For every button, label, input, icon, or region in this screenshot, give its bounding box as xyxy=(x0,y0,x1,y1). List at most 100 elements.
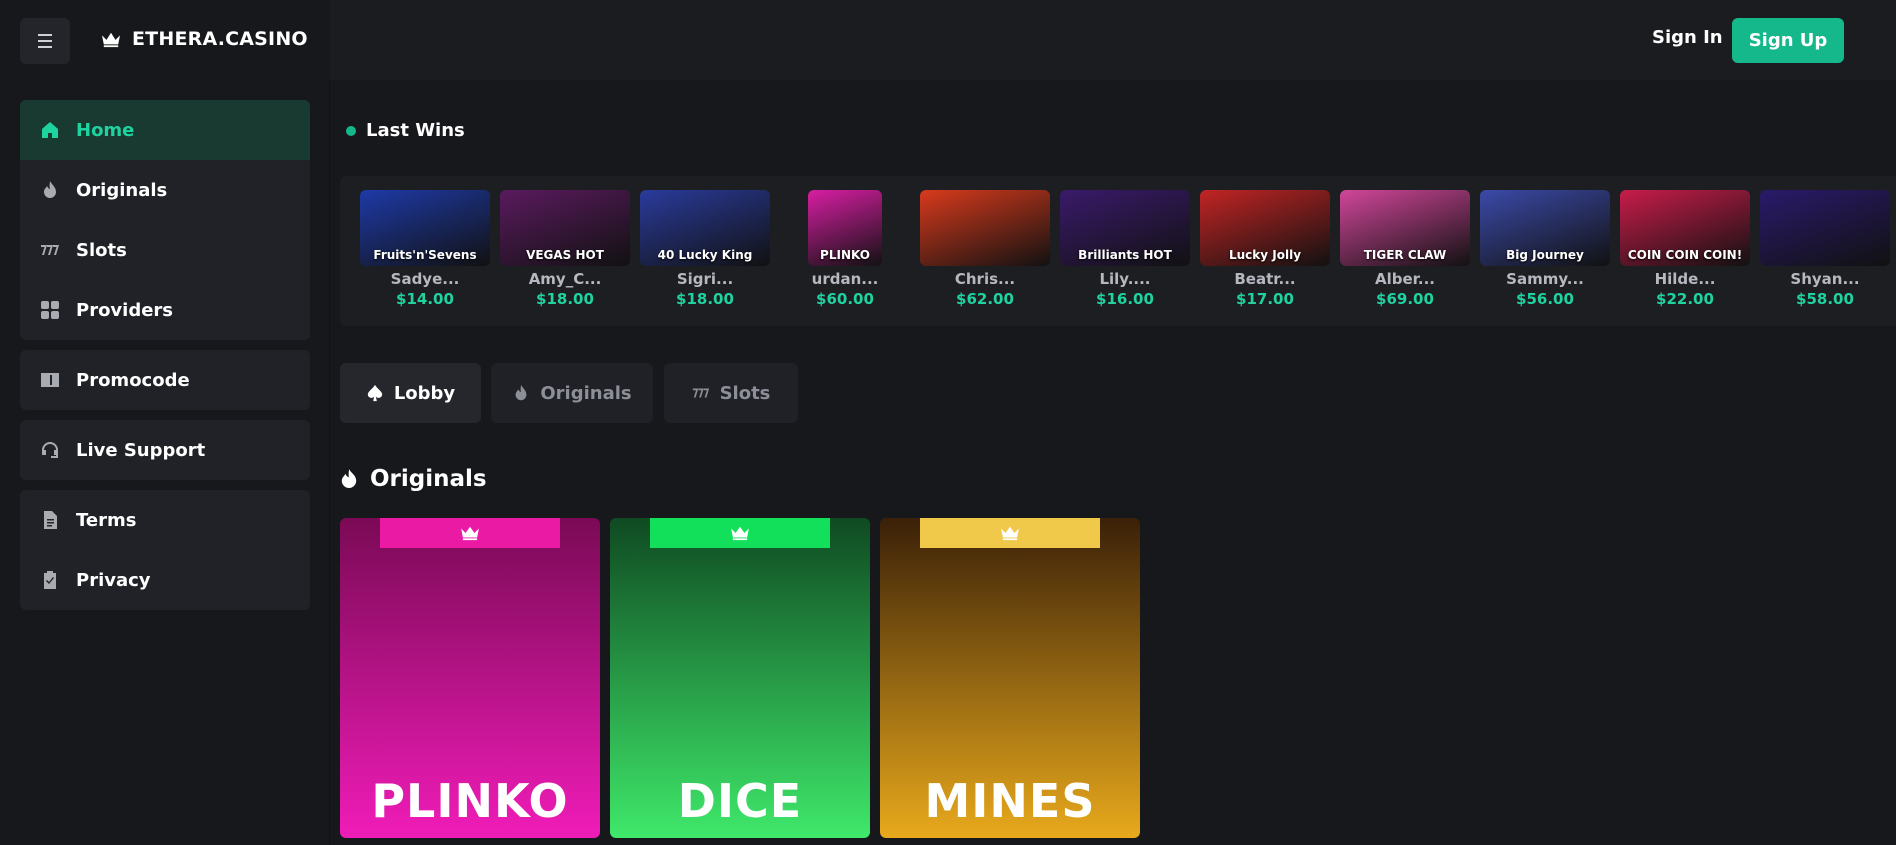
winner-name: urdan... xyxy=(811,270,879,288)
game-thumbnail-title: TIGER CLAW xyxy=(1363,248,1447,262)
crown-icon xyxy=(102,32,120,48)
tab-lobby[interactable]: Lobby xyxy=(340,363,481,423)
last-win-item[interactable]: 40 Lucky King Sigri... $18.00 xyxy=(640,190,770,308)
game-thumbnail-title: Fruits'n'Sevens xyxy=(373,248,477,262)
winner-name: Alber... xyxy=(1374,270,1435,288)
game-thumbnail[interactable]: Brilliants HOT xyxy=(1060,190,1190,266)
sidebar-item-providers[interactable]: Providers xyxy=(20,280,310,340)
game-name: DICE xyxy=(677,774,803,828)
sidebar-item-originals[interactable]: Originals xyxy=(20,160,310,220)
document-icon xyxy=(44,511,57,529)
game-thumbnail[interactable] xyxy=(920,190,1050,266)
last-win-item[interactable]: Chris... $62.00 xyxy=(920,190,1050,308)
last-win-item[interactable]: COIN COIN COIN! Hilde... $22.00 xyxy=(1620,190,1750,308)
tab-label: Lobby xyxy=(393,382,456,404)
sign-up-button[interactable]: Sign Up xyxy=(1732,18,1844,63)
win-amount: $69.00 xyxy=(1376,290,1434,308)
last-wins-strip: Fruits'n'Sevens Sadye... $14.00 VEGAS HOT Am… xyxy=(340,176,1896,326)
game-card-dice[interactable]: DICE xyxy=(610,518,870,838)
game-thumbnail[interactable]: Lucky Jolly xyxy=(1200,190,1330,266)
slot-777-icon xyxy=(692,388,709,398)
last-win-item[interactable]: Brilliants HOT Lily.... $16.00 xyxy=(1060,190,1190,308)
support-nav: Live Support xyxy=(20,420,310,480)
original-badge xyxy=(380,518,560,548)
clipboard-check-icon xyxy=(44,571,56,589)
tab-label: Slots xyxy=(719,382,771,404)
menu-toggle-button[interactable] xyxy=(20,18,70,64)
original-badge xyxy=(650,518,830,548)
hamburger-icon xyxy=(38,32,52,50)
home-icon xyxy=(42,122,58,138)
winner-name: Chris... xyxy=(954,270,1016,288)
winner-name: Sigri... xyxy=(676,270,734,288)
game-thumbnail[interactable]: COIN COIN COIN! xyxy=(1620,190,1750,266)
game-thumbnail-title: 40 Lucky King xyxy=(657,248,753,262)
game-thumbnail-title: Lucky Jolly xyxy=(1228,248,1302,262)
game-name: PLINKO xyxy=(371,774,569,828)
sidebar-item-privacy[interactable]: Privacy xyxy=(20,550,310,610)
spade-icon xyxy=(367,384,383,402)
win-amount: $58.00 xyxy=(1796,290,1854,308)
game-thumbnail[interactable]: VEGAS HOT xyxy=(500,190,630,266)
win-amount: $62.00 xyxy=(956,290,1014,308)
sidebar-item-terms[interactable]: Terms xyxy=(20,490,310,550)
sign-in-button[interactable]: Sign In xyxy=(1652,27,1723,48)
game-thumbnail-title: Big Journey xyxy=(1506,248,1584,262)
sidebar-item-slots[interactable]: Slots xyxy=(20,220,310,280)
sidebar-item-label: Providers xyxy=(76,299,174,321)
sidebar-item-label: Originals xyxy=(76,179,168,201)
win-amount: $18.00 xyxy=(536,290,594,308)
sidebar-item-label: Slots xyxy=(76,239,127,261)
last-win-item[interactable]: TIGER CLAW Alber... $69.00 xyxy=(1340,190,1470,308)
crown-icon xyxy=(731,526,749,541)
last-win-item[interactable]: Big Journey Sammy... $56.00 xyxy=(1480,190,1610,308)
game-thumbnail[interactable]: TIGER CLAW xyxy=(1340,190,1470,266)
win-amount: $18.00 xyxy=(676,290,734,308)
last-win-item[interactable]: Shyan... $58.00 xyxy=(1760,190,1890,308)
game-thumbnail[interactable] xyxy=(1760,190,1890,266)
game-name: MINES xyxy=(924,774,1096,828)
last-win-item[interactable]: PLINKO urdan... $60.00 xyxy=(780,190,910,308)
live-dot-icon xyxy=(346,125,356,136)
winner-name: Amy_C... xyxy=(528,270,602,288)
sidebar-item-promocode[interactable]: Promocode xyxy=(20,350,310,410)
game-thumbnail[interactable]: Fruits'n'Sevens xyxy=(360,190,490,266)
winner-name: Sadye... xyxy=(390,270,460,288)
sidebar-item-label: Privacy xyxy=(76,569,151,591)
game-thumbnail[interactable]: Big Journey xyxy=(1480,190,1610,266)
winner-name: Hilde... xyxy=(1654,270,1716,288)
last-wins-heading: Last Wins xyxy=(346,120,465,141)
game-thumbnail-title: PLINKO xyxy=(820,248,870,262)
tab-originals[interactable]: Originals xyxy=(491,363,653,423)
winner-name: Lily.... xyxy=(1099,270,1151,288)
logo[interactable]: ETHERA.CASINO xyxy=(100,28,308,50)
winner-name: Beatr... xyxy=(1234,270,1296,288)
tab-slots[interactable]: Slots xyxy=(664,363,798,423)
sidebar-item-label: Terms xyxy=(76,509,137,531)
tab-label: Originals xyxy=(540,382,632,404)
win-amount: $17.00 xyxy=(1236,290,1294,308)
winner-name: Shyan... xyxy=(1790,270,1860,288)
original-badge xyxy=(920,518,1100,548)
flame-icon xyxy=(341,469,357,488)
flame-icon xyxy=(515,384,527,401)
game-card-mines[interactable]: MINES xyxy=(880,518,1140,838)
sidebar-item-label: Live Support xyxy=(76,439,206,461)
sidebar-item-live-support[interactable]: Live Support xyxy=(20,420,310,480)
sidebar-item-label: Home xyxy=(76,119,135,141)
sidebar-item-label: Promocode xyxy=(76,369,190,391)
game-thumbnail[interactable]: 40 Lucky King xyxy=(640,190,770,266)
game-card-plinko[interactable]: PLINKO xyxy=(340,518,600,838)
game-thumbnail-title: COIN COIN COIN! xyxy=(1627,248,1743,262)
crown-icon xyxy=(461,526,479,541)
last-win-item[interactable]: Fruits'n'Sevens Sadye... $14.00 xyxy=(360,190,490,308)
main-nav: Home Originals Slots Providers xyxy=(20,100,310,340)
flame-icon xyxy=(44,181,56,198)
sidebar-item-home[interactable]: Home xyxy=(20,100,310,160)
last-win-item[interactable]: VEGAS HOT Amy_C... $18.00 xyxy=(500,190,630,308)
grid-icon xyxy=(41,301,59,319)
crown-icon xyxy=(1001,526,1019,541)
brand-bar: ETHERA.CASINO xyxy=(0,0,330,80)
last-win-item[interactable]: Lucky Jolly Beatr... $17.00 xyxy=(1200,190,1330,308)
game-thumbnail[interactable]: PLINKO xyxy=(808,190,882,266)
